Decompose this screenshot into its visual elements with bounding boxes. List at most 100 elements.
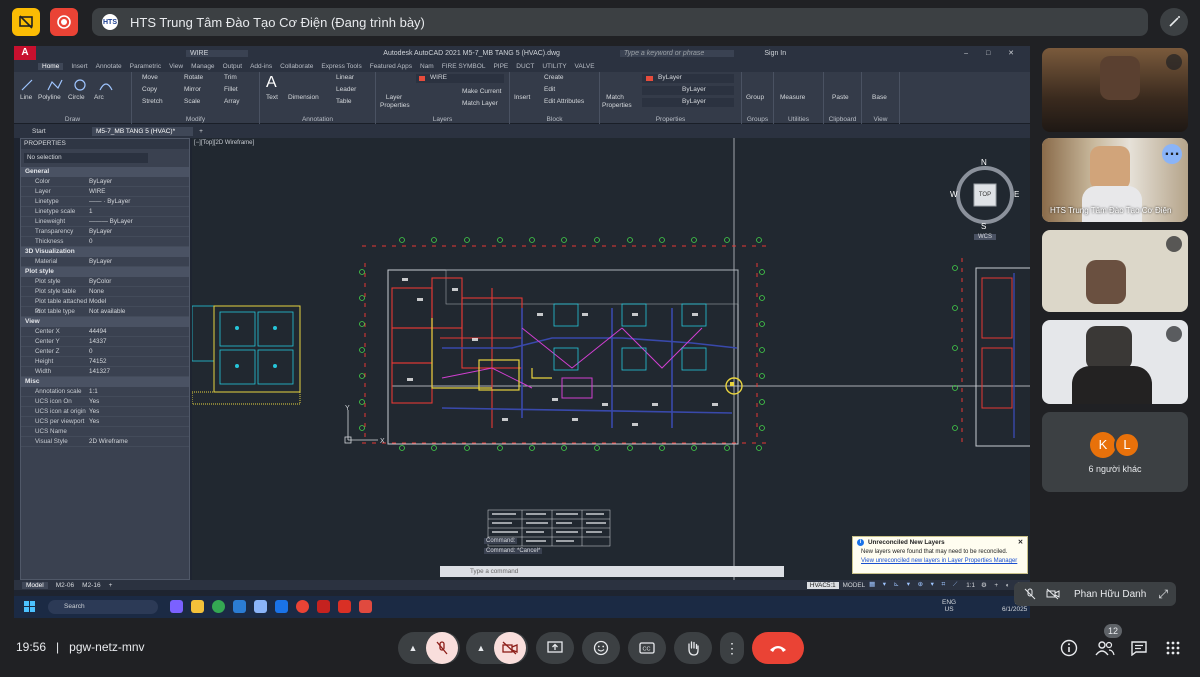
ribbon-tab[interactable]: Add-ins bbox=[250, 63, 272, 70]
people-button[interactable] bbox=[1094, 637, 1116, 659]
layout-tab[interactable]: M2-16 bbox=[82, 582, 100, 589]
property-row[interactable]: Center X 44494 bbox=[21, 327, 189, 337]
measure-button[interactable]: Measure bbox=[780, 94, 805, 101]
self-view-pill[interactable]: Phan Hữu Danh ⤢ bbox=[1014, 582, 1176, 606]
ribbon-tab[interactable]: Featured Apps bbox=[370, 63, 412, 70]
ribbon-tab[interactable]: Collaborate bbox=[280, 63, 313, 70]
rotate-tool[interactable]: Rotate bbox=[184, 74, 203, 81]
add-layout-icon[interactable]: + bbox=[109, 582, 113, 589]
leave-call-button[interactable] bbox=[752, 632, 804, 664]
viewcube-east[interactable]: E bbox=[1014, 190, 1019, 199]
quick-layer[interactable]: WIRE bbox=[186, 49, 249, 57]
zalo-icon[interactable] bbox=[275, 600, 288, 613]
property-row[interactable]: Linetype —— · ByLayer bbox=[21, 197, 189, 207]
property-row[interactable]: Transparency ByLayer bbox=[21, 227, 189, 237]
base-button[interactable]: Base bbox=[872, 94, 887, 101]
viewcube-west[interactable]: W bbox=[950, 190, 958, 199]
participant-tile-hts[interactable]: … HTS Trung Tâm Đào Tạo Cơ Điện bbox=[1042, 138, 1188, 222]
model-toggle[interactable]: MODEL bbox=[843, 582, 865, 589]
property-row[interactable]: Center Z 0 bbox=[21, 347, 189, 357]
edit-attributes-button[interactable]: Edit Attributes bbox=[544, 98, 584, 105]
notification-link[interactable]: View unreconciled new layers in Layer Pr… bbox=[857, 558, 1023, 564]
ribbon-tab[interactable]: Manage bbox=[191, 63, 215, 70]
table-tool[interactable]: Table bbox=[336, 98, 352, 105]
viewcube-north[interactable]: N bbox=[981, 158, 987, 167]
ribbon-tab-home[interactable]: Home bbox=[38, 62, 64, 70]
property-row[interactable]: Layer WIRE bbox=[21, 187, 189, 197]
raise-hand-button[interactable] bbox=[674, 632, 712, 664]
captions-button[interactable]: CC bbox=[628, 632, 666, 664]
app-r-icon[interactable] bbox=[338, 600, 351, 613]
match-properties-button[interactable]: Match Properties bbox=[602, 94, 632, 110]
edit-block-button[interactable]: Edit bbox=[544, 86, 555, 93]
group-button[interactable]: Group bbox=[746, 94, 764, 101]
property-row[interactable]: UCS icon at origin Yes bbox=[21, 407, 189, 417]
recording-icon[interactable] bbox=[50, 8, 78, 36]
layer-dropdown[interactable]: WIRE bbox=[416, 74, 504, 83]
mirror-tool[interactable]: Mirror bbox=[184, 86, 201, 93]
property-section-header[interactable]: General bbox=[21, 167, 189, 177]
insert-button[interactable]: Insert bbox=[514, 94, 530, 101]
ribbon-tab[interactable]: Output bbox=[223, 63, 243, 70]
property-row[interactable]: Annotation scale 1:1 bbox=[21, 387, 189, 397]
taskbar-search[interactable]: Search bbox=[48, 600, 158, 614]
file-explorer-icon[interactable] bbox=[191, 600, 204, 613]
chat-button[interactable] bbox=[1128, 637, 1150, 659]
taskbar-language[interactable]: ENG US bbox=[942, 599, 956, 613]
chrome-icon[interactable] bbox=[212, 600, 225, 613]
property-row[interactable]: Color ByLayer bbox=[21, 177, 189, 187]
property-row[interactable]: Lineweight ——— ByLayer bbox=[21, 217, 189, 227]
sign-in-link[interactable]: Sign In bbox=[764, 50, 786, 57]
search-field[interactable]: Type a keyword or phrase bbox=[619, 49, 735, 57]
ribbon-tab[interactable]: Parametric bbox=[130, 63, 161, 70]
meeting-details-button[interactable] bbox=[1058, 637, 1080, 659]
leader-tool[interactable]: Leader bbox=[336, 86, 356, 93]
viewcube-south[interactable]: S bbox=[981, 222, 986, 231]
copy-tool[interactable]: Copy bbox=[142, 86, 157, 93]
property-row[interactable]: Linetype scale 1 bbox=[21, 207, 189, 217]
ribbon-tab[interactable]: View bbox=[169, 63, 183, 70]
model-space-label[interactable]: HVAC5:1 bbox=[806, 581, 839, 589]
make-current-button[interactable]: Make Current bbox=[462, 88, 501, 95]
property-row[interactable]: Plot table attached to Model bbox=[21, 297, 189, 315]
property-row[interactable]: UCS icon On Yes bbox=[21, 397, 189, 407]
property-section-header[interactable]: View bbox=[21, 317, 189, 327]
reactions-button[interactable] bbox=[582, 632, 620, 664]
property-section-header[interactable]: Plot style bbox=[21, 267, 189, 277]
annotation-scale[interactable]: 1:1 bbox=[966, 582, 975, 589]
property-row[interactable]: Center Y 14337 bbox=[21, 337, 189, 347]
color-dropdown[interactable]: ByLayer bbox=[642, 74, 734, 83]
polyline-tool[interactable]: Polyline bbox=[38, 94, 61, 101]
windows-start-icon[interactable] bbox=[24, 601, 35, 612]
ribbon-tab[interactable]: Nam bbox=[420, 63, 434, 70]
mic-off-button[interactable] bbox=[426, 632, 458, 664]
presentation-off-icon[interactable] bbox=[12, 8, 40, 36]
activities-button[interactable] bbox=[1162, 637, 1184, 659]
array-tool[interactable]: Array bbox=[224, 98, 240, 105]
property-row[interactable]: Thickness 0 bbox=[21, 237, 189, 247]
ribbon-tab[interactable]: FIRE SYMBOL bbox=[442, 63, 486, 70]
camera-off-button[interactable] bbox=[494, 632, 526, 664]
property-row[interactable]: UCS per viewport Yes bbox=[21, 417, 189, 427]
ribbon-tab[interactable]: UTILITY bbox=[542, 63, 566, 70]
ribbon-tab[interactable]: PIPE bbox=[493, 63, 508, 70]
lineweight-dropdown[interactable]: ByLayer bbox=[642, 98, 734, 107]
line-tool[interactable]: Line bbox=[20, 94, 32, 101]
mic-control[interactable]: ▲ bbox=[398, 632, 460, 664]
app-red-icon[interactable] bbox=[317, 600, 330, 613]
new-tab-icon[interactable]: + bbox=[199, 128, 203, 135]
autocad-logo[interactable]: A bbox=[14, 46, 36, 60]
property-section-header[interactable]: Misc bbox=[21, 377, 189, 387]
property-section-header[interactable]: 3D Visualization bbox=[21, 247, 189, 257]
paste-button[interactable]: Paste bbox=[832, 94, 849, 101]
circle-tool[interactable]: Circle bbox=[68, 94, 85, 101]
property-row[interactable]: Material ByLayer bbox=[21, 257, 189, 267]
drawing-canvas[interactable]: [−][Top][2D Wireframe] Y X TOP N S E W W… bbox=[192, 138, 1030, 580]
property-row[interactable]: Plot style ByColor bbox=[21, 277, 189, 287]
property-row[interactable]: UCS Name bbox=[21, 427, 189, 437]
viewcube-top[interactable]: TOP bbox=[974, 192, 996, 198]
wcs-menu[interactable]: WCS bbox=[974, 234, 996, 240]
others-tile[interactable]: K L 6 người khác bbox=[1042, 412, 1188, 492]
start-tab[interactable]: Start bbox=[32, 128, 92, 135]
viewcube[interactable]: TOP N S E W bbox=[950, 158, 1020, 231]
